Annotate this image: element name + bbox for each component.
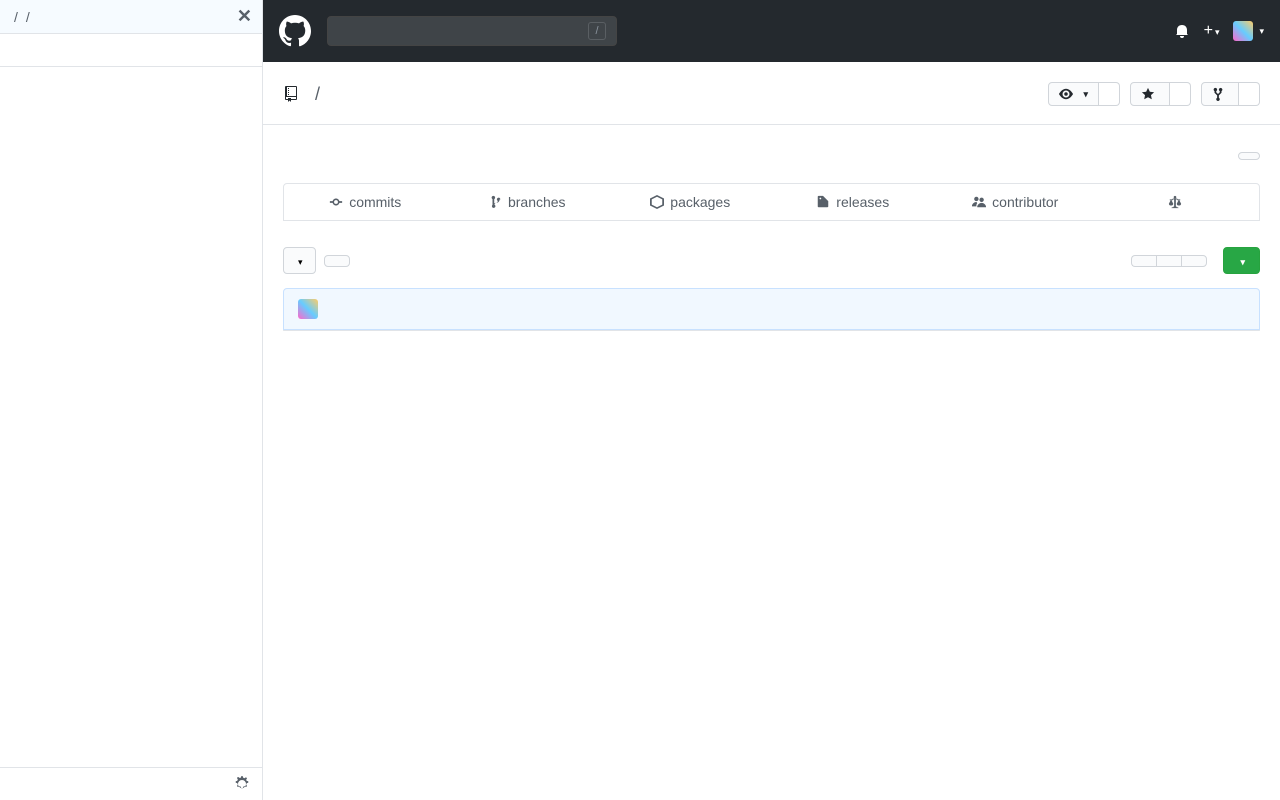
license-stat[interactable] (1097, 184, 1260, 220)
fork-button[interactable] (1201, 82, 1239, 106)
new-pull-request-button[interactable] (324, 255, 350, 267)
branch-select[interactable]: ▾ (283, 247, 316, 274)
main-content: / +▾ ▾ / ▾ (263, 0, 1280, 800)
fork-count[interactable] (1239, 82, 1260, 106)
avatar (1233, 21, 1253, 41)
notifications-icon[interactable] (1174, 23, 1190, 39)
github-logo-icon[interactable] (279, 15, 311, 47)
global-search[interactable]: / (327, 16, 617, 46)
star-button[interactable] (1130, 82, 1170, 106)
file-tree (0, 67, 262, 767)
clone-download-button[interactable]: ▾ (1223, 247, 1260, 274)
watch-count[interactable] (1099, 82, 1120, 106)
sidebar-footer (0, 767, 262, 800)
github-header: / +▾ ▾ (263, 0, 1280, 62)
file-nav: ▾ ▾ (283, 247, 1260, 274)
slash-key-icon: / (588, 22, 606, 40)
watch-button-group: ▾ (1048, 82, 1120, 106)
gitako-sidebar: / / ✕ (0, 0, 263, 800)
search-input[interactable] (0, 34, 262, 67)
star-button-group (1130, 82, 1191, 106)
fork-button-group (1201, 82, 1260, 106)
latest-commit-bar (283, 288, 1260, 330)
file-list (283, 330, 1260, 331)
commits-stat[interactable]: commits (284, 184, 447, 220)
edit-description-button[interactable] (1238, 152, 1260, 160)
language-bar[interactable] (283, 221, 1260, 229)
commit-avatar[interactable] (298, 299, 318, 319)
create-new-file-button[interactable] (1131, 255, 1156, 267)
contributors-stat[interactable]: contributor (934, 184, 1097, 220)
find-file-button[interactable] (1181, 255, 1207, 267)
user-menu[interactable]: ▾ (1233, 21, 1264, 41)
releases-stat[interactable]: releases (772, 184, 935, 220)
repo-header: / ▾ (263, 62, 1280, 106)
gear-icon[interactable] (234, 776, 250, 792)
repo-description (263, 125, 1280, 169)
sidebar-header: / / ✕ (0, 0, 262, 34)
close-icon[interactable]: ✕ (237, 6, 252, 27)
upload-files-button[interactable] (1156, 255, 1181, 267)
branches-stat[interactable]: branches (447, 184, 610, 220)
topics-row (263, 169, 1280, 183)
repo-title: / (283, 84, 326, 105)
packages-stat[interactable]: packages (609, 184, 772, 220)
unwatch-button[interactable]: ▾ (1048, 82, 1099, 106)
create-new-dropdown[interactable]: +▾ (1204, 22, 1220, 40)
repo-stats: commits branches packages releases contr… (283, 183, 1260, 221)
star-count[interactable] (1170, 82, 1191, 106)
